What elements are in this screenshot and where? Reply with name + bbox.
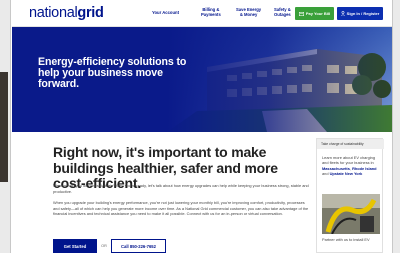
nav-save-energy[interactable]: Save Energy & Money xyxy=(236,7,261,18)
hero-banner: Energy-efficiency solutions to help your… xyxy=(12,27,392,132)
card-sep2: and xyxy=(322,171,330,177)
sustainability-card: Take charge of sustainability Learn more… xyxy=(316,138,384,253)
hero-title: Energy-efficiency solutions to help your… xyxy=(38,56,187,90)
nav-billing-line2: Payments xyxy=(201,12,221,18)
logo-text-national: national xyxy=(29,5,78,21)
logo-text-grid: grid xyxy=(77,5,104,21)
cta-row: Get Started OR Call 850-226-7652 xyxy=(53,239,188,253)
link-massachusetts[interactable]: Massachusetts xyxy=(322,166,350,171)
details-paragraph: When you upgrade your building's energy … xyxy=(53,200,309,217)
nav-billing-payments[interactable]: Billing & Payments xyxy=(201,7,221,18)
card-text-intro: Learn more about EV charging and fleets … xyxy=(322,155,375,166)
card-text: Learn more about EV charging and fleets … xyxy=(322,155,380,177)
pay-bill-button[interactable]: Pay Your Bill xyxy=(295,7,334,20)
user-icon xyxy=(340,11,345,16)
ev-charging-photo xyxy=(322,194,380,234)
pay-bill-label: Pay Your Bill xyxy=(305,11,331,16)
nav-your-account-label: Your Account xyxy=(152,10,179,15)
nav-safety-line2: Outages xyxy=(274,12,291,18)
background-page-image xyxy=(0,72,8,182)
office-building-photo xyxy=(167,27,392,132)
link-upstate-new-york[interactable]: Upstate New York xyxy=(330,171,363,176)
website-page: nationalgrid Your Account Billing & Paym… xyxy=(12,0,392,253)
sign-in-button[interactable]: Sign In / Register xyxy=(337,7,383,20)
site-header: nationalgrid Your Account Billing & Paym… xyxy=(12,0,392,27)
link-rhode-island[interactable]: Rhode Island xyxy=(352,166,376,171)
national-grid-logo[interactable]: nationalgrid xyxy=(29,5,104,21)
nav-safety-outages[interactable]: Safety & Outages xyxy=(274,7,291,18)
nav-your-account[interactable]: Your Account xyxy=(152,10,179,15)
card-footer-text: Partner with us to install EV xyxy=(322,237,370,242)
background-page-left xyxy=(0,0,11,253)
nav-save-line2: & Money xyxy=(239,12,258,18)
bill-icon xyxy=(298,11,304,16)
call-phone-button[interactable]: Call 850-226-7652 xyxy=(111,239,166,253)
or-separator: OR xyxy=(101,244,107,248)
card-header: Take charge of sustainability xyxy=(317,139,384,149)
get-started-button[interactable]: Get Started xyxy=(53,239,97,253)
background-page-right xyxy=(392,0,400,253)
sign-in-label: Sign In / Register xyxy=(346,11,380,16)
intro-paragraph: We can help you do precisely that. When … xyxy=(53,183,309,194)
